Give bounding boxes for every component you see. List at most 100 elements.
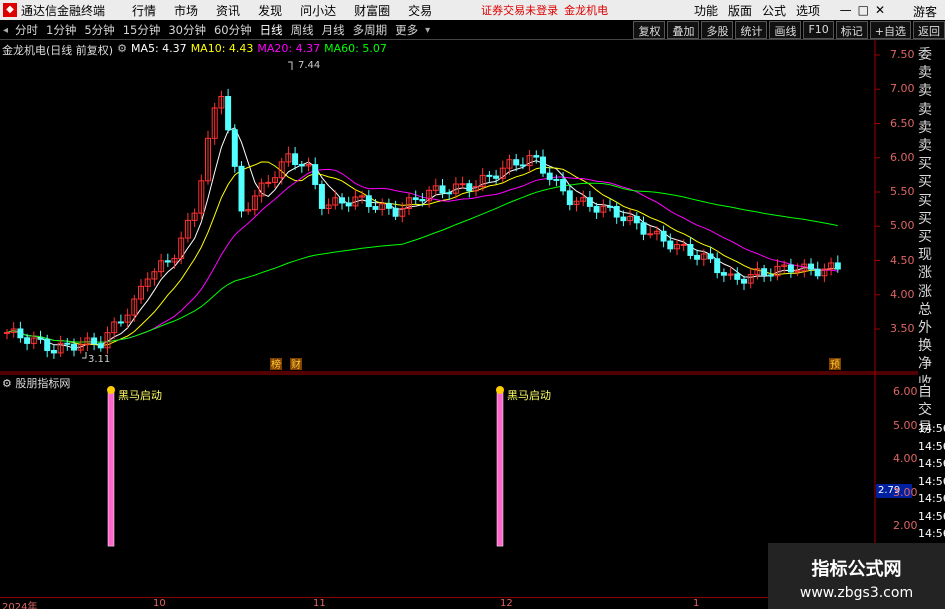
candle-body — [97, 343, 104, 349]
signal-bar — [496, 388, 504, 547]
candle-body — [392, 207, 399, 217]
candle-body — [687, 244, 694, 256]
watermark-title: 指标公式网 — [811, 559, 902, 580]
candle-body — [540, 156, 546, 174]
price-tick-label: 6.50 — [890, 116, 915, 130]
scroll-left-icon[interactable]: ◂ — [3, 25, 8, 36]
candle-body — [834, 262, 841, 270]
candle-body — [680, 244, 687, 247]
menu-item-quotes[interactable]: 行情 — [132, 2, 156, 19]
multi-stock-button[interactable]: 多股 — [701, 21, 734, 39]
candle-body — [439, 185, 446, 194]
menu-formula[interactable]: 公式 — [762, 2, 786, 19]
high-price-label: 7.44 — [298, 60, 320, 71]
kline-chart-area[interactable]: 7.44 3.11 榜财 预黑马启动 黑马启动 — [0, 40, 945, 597]
candle-body — [767, 274, 774, 277]
menu-layout[interactable]: 版面 — [728, 2, 752, 19]
tick-time: 14:56 — [918, 474, 945, 488]
signal-label: 黑马启动 — [118, 389, 162, 402]
minimize-icon[interactable]: — — [840, 3, 852, 17]
period-15min[interactable]: 15分钟 — [119, 22, 165, 38]
date-label: 11 — [313, 598, 326, 609]
period-more[interactable]: 更多 — [391, 22, 422, 38]
period-daily[interactable]: 日线 — [256, 22, 287, 38]
event-tag: 财 — [291, 358, 301, 371]
tick-time: 14:56 — [918, 457, 945, 470]
watermark-banner: 指标公式网 www.zbgs3.com — [768, 543, 945, 609]
candle-body — [586, 197, 593, 207]
candle-body — [4, 331, 10, 334]
menu-item-wealth[interactable]: 财富圈 — [354, 2, 390, 19]
watermark-url: www.zbgs3.com — [799, 585, 914, 601]
candle-body — [24, 337, 31, 344]
menu-item-trade[interactable]: 交易 — [408, 2, 432, 19]
candle-body — [412, 197, 419, 200]
date-label: 1 — [693, 598, 700, 609]
candle-body — [620, 216, 627, 222]
more-dropdown-icon[interactable]: ▾ — [425, 25, 430, 36]
menu-item-market[interactable]: 市场 — [174, 2, 198, 19]
guest-label[interactable]: 游客 — [913, 3, 937, 20]
settings-icon[interactable]: ⚙ — [117, 42, 127, 58]
menu-function[interactable]: 功能 — [694, 2, 718, 19]
date-label: 2024年 — [2, 602, 38, 609]
tick-time: 14:56 — [918, 439, 945, 453]
candle-body — [50, 349, 57, 354]
candle-body — [640, 222, 647, 235]
period-intraday[interactable]: 分时 — [11, 22, 42, 38]
menu-item-discover[interactable]: 发现 — [258, 2, 282, 19]
candle-body — [292, 153, 299, 166]
add-watchlist-button[interactable]: +自选 — [869, 21, 911, 39]
tick-time: 14:56 — [918, 492, 945, 505]
back-button[interactable]: 返回 — [913, 21, 945, 39]
candle-body — [71, 343, 77, 351]
close-icon[interactable]: ✕ — [875, 3, 885, 17]
mark-button[interactable]: 标记 — [835, 21, 868, 39]
candle-body — [231, 129, 238, 167]
period-weekly[interactable]: 周线 — [287, 22, 318, 38]
toolbar-right-buttons: 复权 叠加 多股 统计 画线 F10 标记 +自选 返回 — [631, 21, 945, 39]
candle-body — [741, 278, 747, 284]
candle-body — [647, 233, 654, 236]
period-60min[interactable]: 60分钟 — [210, 22, 256, 38]
candle-body — [345, 202, 352, 207]
stats-button[interactable]: 统计 — [735, 21, 768, 39]
maximize-icon[interactable]: □ — [858, 3, 869, 17]
candle-body — [486, 174, 493, 177]
candle-body — [566, 190, 573, 206]
candle-body — [513, 159, 520, 166]
price-tick-label: 7.00 — [890, 82, 915, 96]
candle-body — [493, 175, 500, 179]
candle-body — [667, 240, 674, 250]
draw-line-button[interactable]: 画线 — [769, 21, 802, 39]
ma60-line — [6, 182, 838, 343]
period-5min[interactable]: 5分钟 — [80, 22, 118, 38]
candle-body — [694, 254, 701, 260]
adjust-button[interactable]: 复权 — [633, 21, 666, 39]
candle-body — [372, 206, 379, 210]
price-tick-label: 7.50 — [890, 48, 915, 61]
tick-time: 14:56 — [918, 527, 945, 540]
candle-body — [553, 178, 560, 181]
overlay-button[interactable]: 叠加 — [667, 21, 700, 39]
period-1min[interactable]: 1分钟 — [42, 22, 80, 38]
candle-body — [446, 192, 453, 195]
menu-options[interactable]: 选项 — [796, 2, 820, 19]
signal-label: 黑马启动 — [507, 389, 551, 402]
candle-body — [533, 155, 540, 158]
menu-item-ask[interactable]: 问小达 — [300, 2, 336, 19]
candle-body — [265, 181, 272, 184]
candle-body — [419, 198, 426, 202]
period-30min[interactable]: 30分钟 — [164, 22, 210, 38]
sub-axis-label: 3.00 — [893, 485, 918, 499]
signal-coin-icon — [107, 386, 115, 394]
sub-settings-icon[interactable]: ⚙ — [2, 377, 12, 390]
right-menus: 功能 版面 公式 选项 — [689, 0, 825, 20]
candle-body — [225, 95, 232, 131]
menu-item-news[interactable]: 资讯 — [216, 2, 240, 19]
period-monthly[interactable]: 月线 — [318, 22, 349, 38]
candle-body — [17, 328, 24, 339]
f10-button[interactable]: F10 — [803, 21, 834, 39]
candle-body — [519, 164, 526, 167]
period-multi[interactable]: 多周期 — [349, 22, 392, 38]
